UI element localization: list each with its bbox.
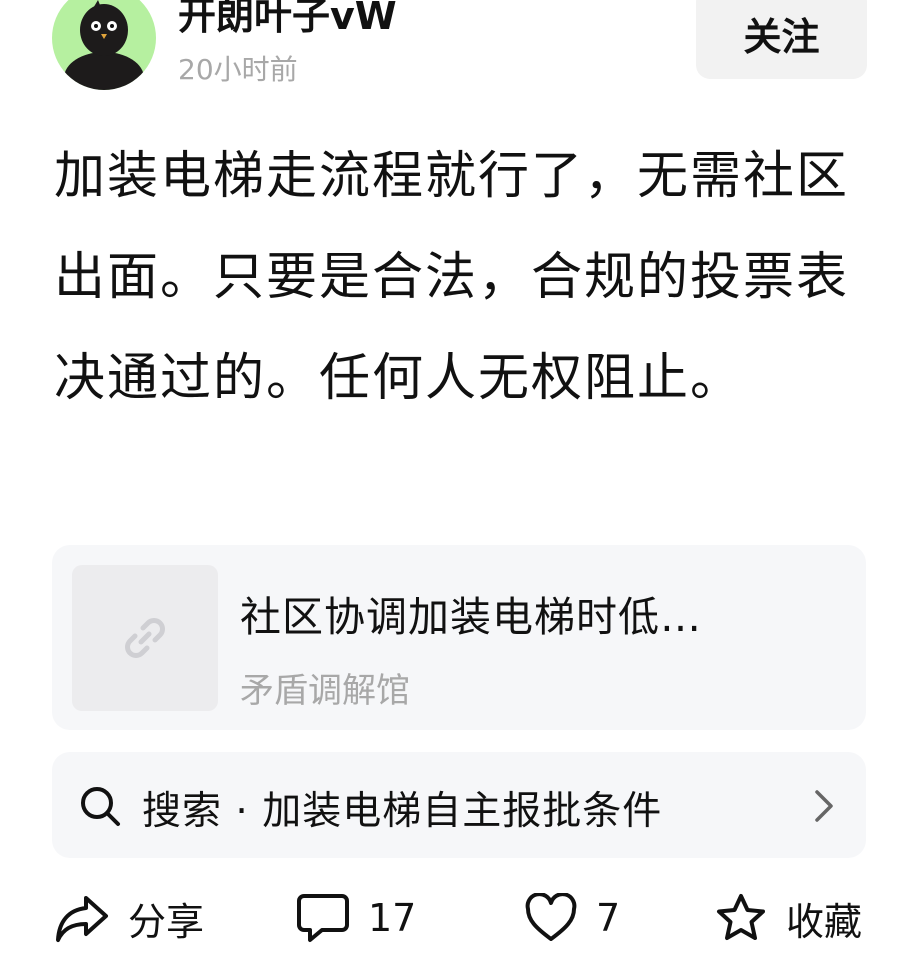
search-icon xyxy=(81,787,120,826)
comment-button[interactable]: 17 xyxy=(296,886,416,950)
like-count: 7 xyxy=(596,896,621,940)
heart-icon xyxy=(525,893,577,941)
avatar[interactable] xyxy=(52,0,156,90)
link-source: 矛盾调解馆 xyxy=(240,671,410,711)
post-text: 加装电梯走流程就行了，无需社区出面。只要是合法，合规的投票表决通过的。任何人无权… xyxy=(54,147,850,408)
bird-avatar-icon xyxy=(64,0,144,90)
comment-icon xyxy=(297,894,349,942)
like-button[interactable]: 7 xyxy=(524,886,620,950)
username[interactable]: 开朗叶子vW xyxy=(178,0,397,40)
favorite-button[interactable]: 收藏 xyxy=(714,886,862,950)
post-time: 20小时前 xyxy=(178,53,298,86)
related-search-bar[interactable]: 搜索 · 加装电梯自主报批条件 xyxy=(52,752,866,858)
comment-count: 17 xyxy=(368,896,417,940)
share-icon xyxy=(56,896,108,942)
link-card[interactable]: 社区协调加装电梯时低… 矛盾调解馆 xyxy=(52,545,866,730)
chevron-right-icon xyxy=(815,790,833,822)
link-icon xyxy=(125,618,165,658)
favorite-label: 收藏 xyxy=(786,899,863,944)
share-button[interactable]: 分享 xyxy=(54,886,204,950)
search-text: 搜索 · 加装电梯自主报批条件 xyxy=(142,789,663,834)
follow-button[interactable]: 关注 xyxy=(696,0,867,79)
link-title: 社区协调加装电梯时低… xyxy=(240,593,702,641)
link-thumbnail xyxy=(72,565,218,711)
star-icon xyxy=(717,894,765,940)
share-label: 分享 xyxy=(128,899,205,944)
